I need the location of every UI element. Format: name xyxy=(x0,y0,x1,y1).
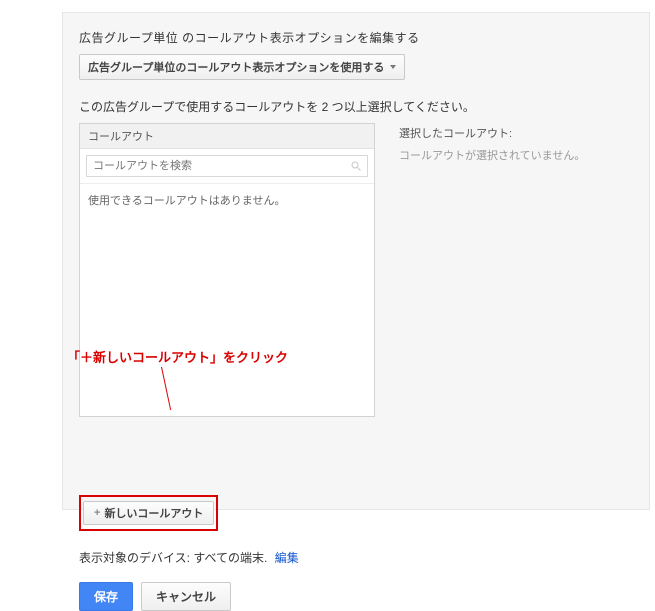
selected-empty-message: コールアウトが選択されていません。 xyxy=(399,147,633,163)
chevron-down-icon xyxy=(390,65,396,69)
available-list-header: コールアウト xyxy=(80,124,374,149)
settings-panel: 広告グループ単位 のコールアウト表示オプションを編集する 広告グループ単位のコー… xyxy=(62,12,650,510)
available-empty-message: 使用できるコールアウトはありません。 xyxy=(88,195,285,207)
new-callout-label: 新しいコールアウト xyxy=(104,505,203,521)
dropdown-label: 広告グループ単位のコールアウト表示オプションを使用する xyxy=(88,59,384,75)
new-callout-button[interactable]: + 新しいコールアウト xyxy=(83,501,214,525)
panel-heading: 広告グループ単位 のコールアウト表示オプションを編集する xyxy=(79,29,633,46)
plus-icon: + xyxy=(94,507,100,519)
cancel-button[interactable]: キャンセル xyxy=(141,582,231,611)
search-icon xyxy=(350,160,362,172)
device-target-row: 表示対象のデバイス: すべての端末. 編集 xyxy=(79,549,375,566)
annotation-highlight-box: + 新しいコールアウト xyxy=(79,495,218,531)
device-value: すべての端末. xyxy=(193,551,267,565)
save-button[interactable]: 保存 xyxy=(79,582,133,611)
device-edit-link[interactable]: 編集 xyxy=(275,551,299,565)
available-list-body: 使用できるコールアウトはありません。 xyxy=(80,184,374,416)
available-callouts-box: コールアウト 使用できるコールアウトはありません。 xyxy=(79,123,375,417)
device-label: 表示対象のデバイス: xyxy=(79,551,190,565)
selected-list-title: 選択したコールアウト: xyxy=(399,125,633,141)
instruction-text: この広告グループで使用するコールアウトを 2 つ以上選択してください。 xyxy=(79,98,633,115)
use-callout-dropdown[interactable]: 広告グループ単位のコールアウト表示オプションを使用する xyxy=(79,54,405,80)
search-input[interactable] xyxy=(86,155,368,177)
